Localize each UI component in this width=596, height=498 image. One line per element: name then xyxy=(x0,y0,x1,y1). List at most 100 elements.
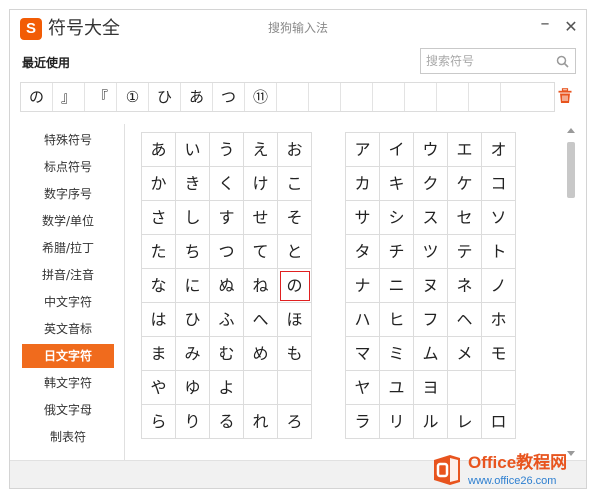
sidebar-item-category[interactable]: 拼音/注音 xyxy=(22,263,114,287)
hiragana-symbol-cell[interactable]: れ xyxy=(244,405,278,439)
sidebar-item-category[interactable]: 特殊符号 xyxy=(22,128,114,152)
katakana-symbol-cell[interactable]: ホ xyxy=(482,303,516,337)
katakana-symbol-cell[interactable]: ア xyxy=(346,133,380,167)
hiragana-symbol-cell[interactable]: め xyxy=(244,337,278,371)
katakana-symbol-cell[interactable]: フ xyxy=(414,303,448,337)
hiragana-symbol-cell[interactable]: と xyxy=(278,235,312,269)
recent-symbol-cell[interactable]: 』 xyxy=(53,83,85,111)
scroll-up-arrow-icon[interactable] xyxy=(567,128,575,133)
minimize-button[interactable]: – xyxy=(534,15,556,38)
hiragana-symbol-cell[interactable]: て xyxy=(244,235,278,269)
scrollbar[interactable] xyxy=(564,124,578,460)
hiragana-symbol-cell[interactable]: ぬ xyxy=(210,269,244,303)
hiragana-symbol-cell[interactable]: も xyxy=(278,337,312,371)
katakana-symbol-cell[interactable]: ヌ xyxy=(414,269,448,303)
hiragana-symbol-cell[interactable]: り xyxy=(176,405,210,439)
katakana-symbol-cell[interactable]: コ xyxy=(482,167,516,201)
recent-symbol-cell[interactable]: あ xyxy=(181,83,213,111)
hiragana-symbol-cell[interactable]: る xyxy=(210,405,244,439)
hiragana-symbol-cell[interactable]: た xyxy=(142,235,176,269)
hiragana-symbol-cell[interactable]: き xyxy=(176,167,210,201)
sidebar-item-category[interactable]: 制表符 xyxy=(22,425,114,449)
katakana-symbol-cell[interactable]: メ xyxy=(448,337,482,371)
hiragana-symbol-cell[interactable]: ろ xyxy=(278,405,312,439)
sidebar-item-category[interactable]: 俄文字母 xyxy=(22,398,114,422)
hiragana-symbol-cell[interactable]: し xyxy=(176,201,210,235)
katakana-symbol-cell[interactable]: ニ xyxy=(380,269,414,303)
katakana-symbol-cell[interactable]: ル xyxy=(414,405,448,439)
sidebar-item-category[interactable]: 英文音标 xyxy=(22,317,114,341)
katakana-symbol-cell[interactable]: セ xyxy=(448,201,482,235)
katakana-symbol-cell[interactable]: ロ xyxy=(482,405,516,439)
katakana-symbol-cell[interactable]: サ xyxy=(346,201,380,235)
recent-symbol-cell[interactable]: ⑪ xyxy=(245,83,277,111)
hiragana-symbol-cell[interactable]: ほ xyxy=(278,303,312,337)
hiragana-symbol-cell[interactable]: ふ xyxy=(210,303,244,337)
hiragana-symbol-cell[interactable]: ま xyxy=(142,337,176,371)
katakana-symbol-cell[interactable]: ミ xyxy=(380,337,414,371)
katakana-symbol-cell[interactable]: ト xyxy=(482,235,516,269)
sidebar-item-category[interactable]: 数学/单位 xyxy=(22,209,114,233)
katakana-symbol-cell[interactable]: ヒ xyxy=(380,303,414,337)
recent-symbol-cell[interactable]: つ xyxy=(213,83,245,111)
recent-symbol-cell[interactable] xyxy=(469,83,501,111)
recent-symbol-cell[interactable] xyxy=(437,83,469,111)
katakana-symbol-cell[interactable]: イ xyxy=(380,133,414,167)
katakana-symbol-cell[interactable]: ツ xyxy=(414,235,448,269)
katakana-symbol-cell[interactable]: ユ xyxy=(380,371,414,405)
trash-icon[interactable] xyxy=(558,88,572,104)
hiragana-symbol-cell[interactable]: さ xyxy=(142,201,176,235)
hiragana-symbol-cell[interactable] xyxy=(244,371,278,405)
search-icon[interactable] xyxy=(556,55,569,68)
katakana-symbol-cell[interactable]: ケ xyxy=(448,167,482,201)
recent-symbol-cell[interactable] xyxy=(309,83,341,111)
katakana-symbol-cell[interactable]: ヘ xyxy=(448,303,482,337)
hiragana-symbol-cell[interactable]: す xyxy=(210,201,244,235)
hiragana-symbol-cell[interactable]: な xyxy=(142,269,176,303)
hiragana-symbol-cell[interactable]: に xyxy=(176,269,210,303)
recent-symbol-cell[interactable] xyxy=(405,83,437,111)
hiragana-symbol-cell[interactable]: ひ xyxy=(176,303,210,337)
hiragana-symbol-cell[interactable]: そ xyxy=(278,201,312,235)
hiragana-symbol-cell[interactable]: の xyxy=(278,269,312,303)
hiragana-symbol-cell[interactable]: は xyxy=(142,303,176,337)
sidebar-item-category[interactable]: 标点符号 xyxy=(22,155,114,179)
hiragana-symbol-cell[interactable]: よ xyxy=(210,371,244,405)
hiragana-symbol-cell[interactable]: む xyxy=(210,337,244,371)
scroll-thumb[interactable] xyxy=(567,142,575,198)
recent-symbol-cell[interactable] xyxy=(277,83,309,111)
hiragana-symbol-cell[interactable]: せ xyxy=(244,201,278,235)
katakana-symbol-cell[interactable]: ウ xyxy=(414,133,448,167)
hiragana-symbol-cell[interactable]: み xyxy=(176,337,210,371)
katakana-symbol-cell[interactable]: ス xyxy=(414,201,448,235)
katakana-symbol-cell[interactable] xyxy=(448,371,482,405)
hiragana-symbol-cell[interactable]: ら xyxy=(142,405,176,439)
katakana-symbol-cell[interactable]: ラ xyxy=(346,405,380,439)
hiragana-symbol-cell[interactable]: へ xyxy=(244,303,278,337)
sidebar-item-category[interactable]: 希腊/拉丁 xyxy=(22,236,114,260)
hiragana-symbol-cell[interactable]: つ xyxy=(210,235,244,269)
hiragana-symbol-cell[interactable]: や xyxy=(142,371,176,405)
katakana-symbol-cell[interactable]: ヨ xyxy=(414,371,448,405)
hiragana-symbol-cell[interactable]: お xyxy=(278,133,312,167)
katakana-symbol-cell[interactable]: ナ xyxy=(346,269,380,303)
katakana-symbol-cell[interactable]: キ xyxy=(380,167,414,201)
katakana-symbol-cell[interactable]: タ xyxy=(346,235,380,269)
sidebar-item-category[interactable]: 中文字符 xyxy=(22,290,114,314)
hiragana-symbol-cell[interactable] xyxy=(278,371,312,405)
sidebar-item-category[interactable]: 日文字符 xyxy=(22,344,114,368)
search-box[interactable] xyxy=(420,48,576,74)
katakana-symbol-cell[interactable]: ム xyxy=(414,337,448,371)
hiragana-symbol-cell[interactable]: ね xyxy=(244,269,278,303)
katakana-symbol-cell[interactable]: チ xyxy=(380,235,414,269)
search-input[interactable] xyxy=(426,52,551,70)
katakana-symbol-cell[interactable]: リ xyxy=(380,405,414,439)
sidebar-item-category[interactable]: 韩文字符 xyxy=(22,371,114,395)
katakana-symbol-cell[interactable]: ハ xyxy=(346,303,380,337)
katakana-symbol-cell[interactable]: マ xyxy=(346,337,380,371)
close-button[interactable]: ✕ xyxy=(560,16,582,38)
sidebar-item-category[interactable]: 数字序号 xyxy=(22,182,114,206)
hiragana-symbol-cell[interactable]: え xyxy=(244,133,278,167)
title-bar[interactable]: S 符号大全 搜狗输入法 – ✕ xyxy=(10,10,586,46)
katakana-symbol-cell[interactable]: ネ xyxy=(448,269,482,303)
